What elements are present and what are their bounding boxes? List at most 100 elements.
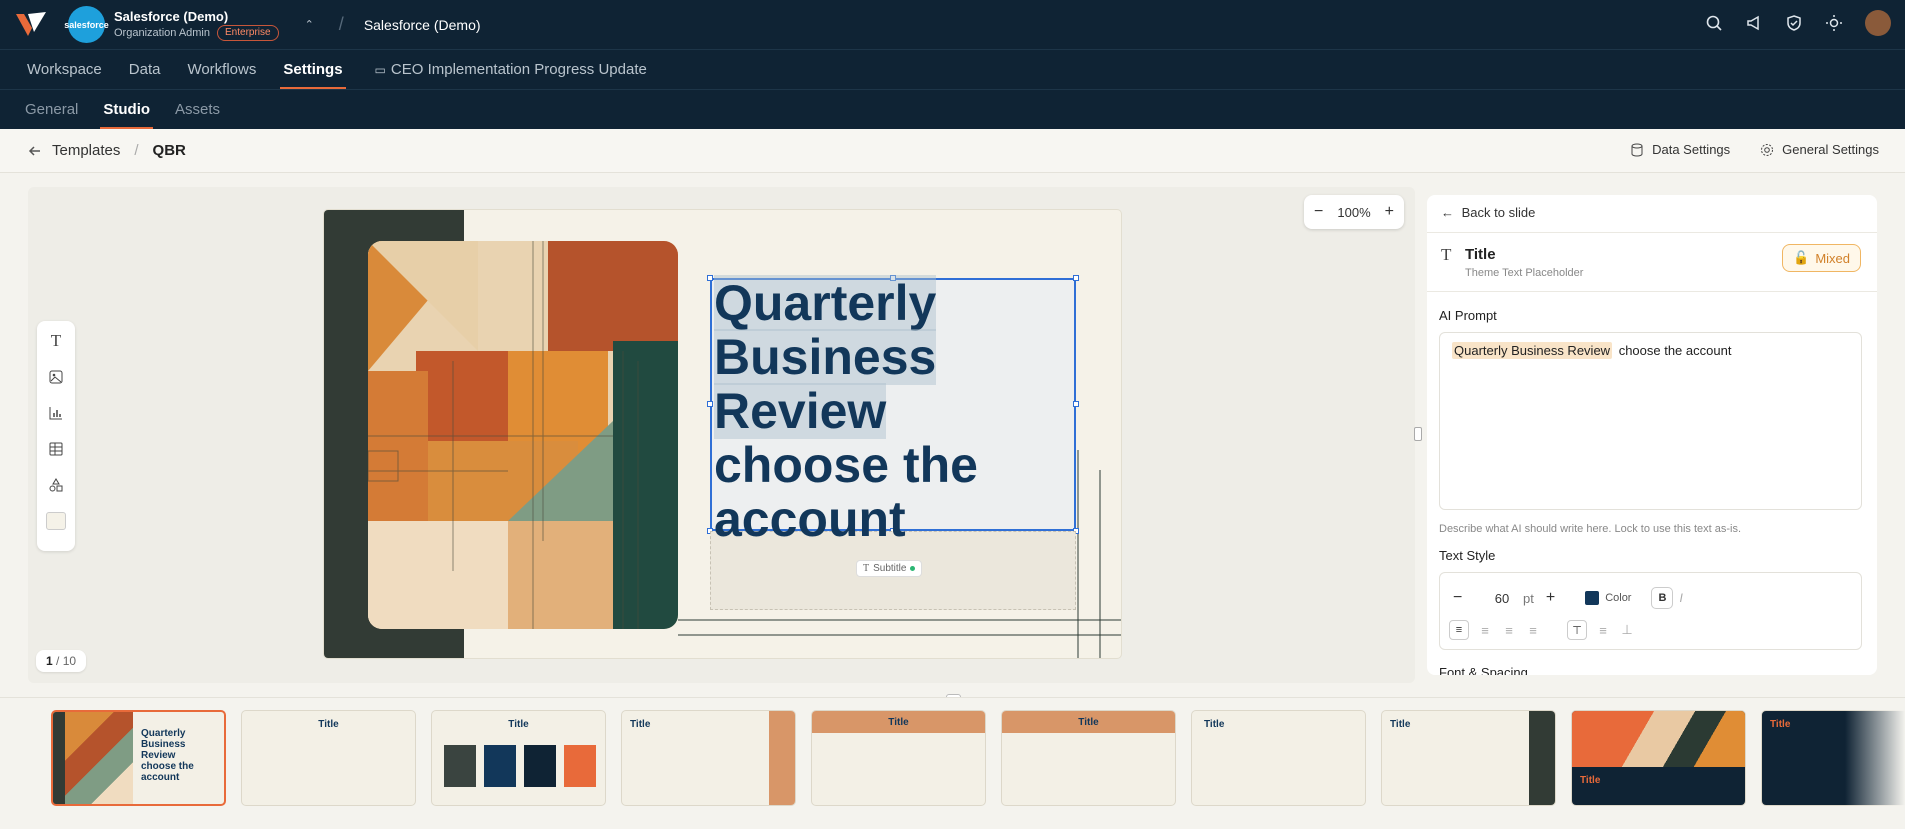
tab-workspace[interactable]: Workspace [27, 50, 102, 90]
megaphone-icon[interactable] [1745, 14, 1763, 32]
subtitle-chip[interactable]: T Subtitle [856, 560, 923, 577]
align-right-icon[interactable]: ≡ [1501, 623, 1517, 638]
resize-handle-ml[interactable] [707, 401, 713, 407]
user-avatar[interactable] [1865, 10, 1891, 36]
thumb-title: Title [1580, 775, 1601, 786]
breadcrumb-separator: / [134, 142, 139, 159]
valign-bottom-icon[interactable]: ⊥ [1619, 622, 1635, 638]
font-size-input[interactable]: 60 [1491, 591, 1513, 606]
back-to-slide-label: Back to slide [1461, 205, 1536, 220]
slide-thumbnail-1[interactable]: Quarterly Business Review choose the acc… [51, 710, 226, 806]
font-size-unit: pt [1523, 590, 1534, 606]
slide-thumbnail-5[interactable]: Title [811, 710, 986, 806]
thumb-dark-band [53, 712, 65, 804]
lock-state-button[interactable]: 🔓 Mixed [1782, 244, 1861, 272]
lock-state-label: Mixed [1815, 250, 1850, 266]
app-logo-icon[interactable] [14, 10, 48, 40]
slide-thumbnail-2[interactable]: Title [241, 710, 416, 806]
filmstrip-fade [1845, 698, 1905, 829]
image-tool-icon[interactable] [37, 359, 75, 395]
tab-document[interactable]: ▭ CEO Implementation Progress Update [375, 50, 647, 90]
tab-workflows[interactable]: Workflows [187, 50, 256, 90]
workspace-crumb[interactable]: Salesforce (Demo) [364, 17, 481, 33]
slide-thumbnail-7[interactable]: Title [1191, 710, 1366, 806]
font-spacing-label: Font & Spacing [1439, 665, 1528, 675]
align-justify-icon[interactable]: ≡ [1525, 623, 1541, 638]
tab-studio[interactable]: Studio [100, 90, 153, 130]
shield-icon[interactable] [1785, 14, 1803, 32]
divider [1427, 232, 1877, 233]
ai-prompt-label: AI Prompt [1439, 308, 1497, 323]
chevron-updown-icon[interactable]: ⌃ [305, 18, 314, 31]
tab-settings[interactable]: Settings [280, 50, 346, 90]
text-tool-icon[interactable]: T [37, 323, 75, 359]
slide-thumbnail-9[interactable]: Title [1571, 710, 1746, 806]
tab-data[interactable]: Data [129, 50, 161, 90]
arrow-left-icon: ← [1441, 205, 1454, 220]
valign-top-icon[interactable]: ⊤ [1567, 620, 1587, 640]
resize-handle-tl[interactable] [707, 275, 713, 281]
primary-nav: Workspace Data Workflows Settings ▭ CEO I… [0, 49, 1905, 90]
page-total: / 10 [56, 654, 77, 668]
zoom-in-icon[interactable]: + [1385, 203, 1394, 221]
breadcrumb-separator: / [338, 14, 344, 34]
panel-resize-handle[interactable] [1414, 427, 1422, 441]
divider [1427, 291, 1877, 292]
general-settings-button[interactable]: General Settings [1760, 142, 1879, 157]
thumb-side-band [1529, 711, 1555, 805]
valign-middle-icon[interactable]: ≡ [1595, 623, 1611, 638]
tab-general[interactable]: General [25, 90, 78, 130]
search-icon[interactable] [1705, 14, 1723, 32]
italic-button[interactable]: I [1679, 591, 1682, 605]
org-switcher[interactable]: salesforce Salesforce (Demo) Organizatio… [64, 6, 314, 43]
ai-prompt-textarea[interactable]: Quarterly Business Review choose the acc… [1439, 332, 1862, 510]
zoom-control: − 100% + [1304, 195, 1404, 229]
page-current: 1 [46, 654, 53, 668]
slide-canvas[interactable]: T Subtitle Quarterly Business Review choo… [324, 210, 1121, 658]
thumb-title: Title [508, 719, 529, 730]
general-settings-label: General Settings [1782, 142, 1879, 157]
background-color-swatch[interactable] [37, 503, 75, 539]
chart-tool-icon[interactable] [37, 395, 75, 431]
alignment-row: ≡ ≡ ≡ ≡ ⊤ ≡ ⊥ [1449, 620, 1635, 640]
slide-thumbnail-3[interactable]: Title [431, 710, 606, 806]
secondary-nav: General Studio Assets [0, 89, 1905, 130]
arrow-left-icon[interactable] [28, 144, 42, 158]
font-size-row: − 60 pt + Color B I [1453, 587, 1683, 609]
database-icon [1631, 143, 1643, 157]
org-name: Salesforce (Demo) [114, 8, 229, 24]
tab-assets[interactable]: Assets [175, 90, 220, 130]
table-tool-icon[interactable] [37, 431, 75, 467]
thumb-art [53, 712, 133, 804]
title-line-5: account [714, 491, 906, 547]
slide-thumbnail-8[interactable]: Title [1381, 710, 1556, 806]
lock-icon: 🔓 [1793, 250, 1810, 265]
title-line-4: choose the [714, 437, 978, 493]
slide-thumbnail-6[interactable]: Title [1001, 710, 1176, 806]
increase-size-icon[interactable]: + [1546, 589, 1555, 607]
presentation-icon: ▭ [374, 62, 386, 77]
ai-prompt-variable[interactable]: Quarterly Business Review [1452, 342, 1613, 359]
data-settings-button[interactable]: Data Settings [1630, 142, 1730, 157]
slide-thumbnail-4[interactable]: Title [621, 710, 796, 806]
align-left-icon[interactable]: ≡ [1449, 620, 1469, 640]
tab-document-label: CEO Implementation Progress Update [390, 60, 647, 78]
decrease-size-icon[interactable]: − [1453, 589, 1473, 607]
ai-prompt-help: Describe what AI should write here. Lock… [1439, 523, 1742, 535]
sun-icon[interactable] [1825, 14, 1843, 32]
breadcrumb-templates[interactable]: Templates [52, 142, 120, 159]
zoom-out-icon[interactable]: − [1314, 203, 1323, 221]
thumb-title: Title [318, 719, 339, 730]
back-to-slide-button[interactable]: ← Back to slide [1441, 205, 1535, 220]
color-label: Color [1605, 592, 1632, 604]
thumb-title: Title [888, 717, 909, 728]
org-logo: salesforce [64, 6, 109, 43]
align-center-icon[interactable]: ≡ [1477, 623, 1493, 638]
thumb-title: Title [1078, 717, 1099, 728]
gear-icon [1761, 143, 1774, 156]
subtitle-chip-label: Subtitle [873, 563, 907, 574]
color-button[interactable]: Color [1585, 591, 1631, 605]
bold-button[interactable]: B [1651, 587, 1674, 609]
shapes-tool-icon[interactable] [37, 467, 75, 503]
slide-title-text[interactable]: Quarterly Business Review choose the acc… [714, 275, 1114, 547]
